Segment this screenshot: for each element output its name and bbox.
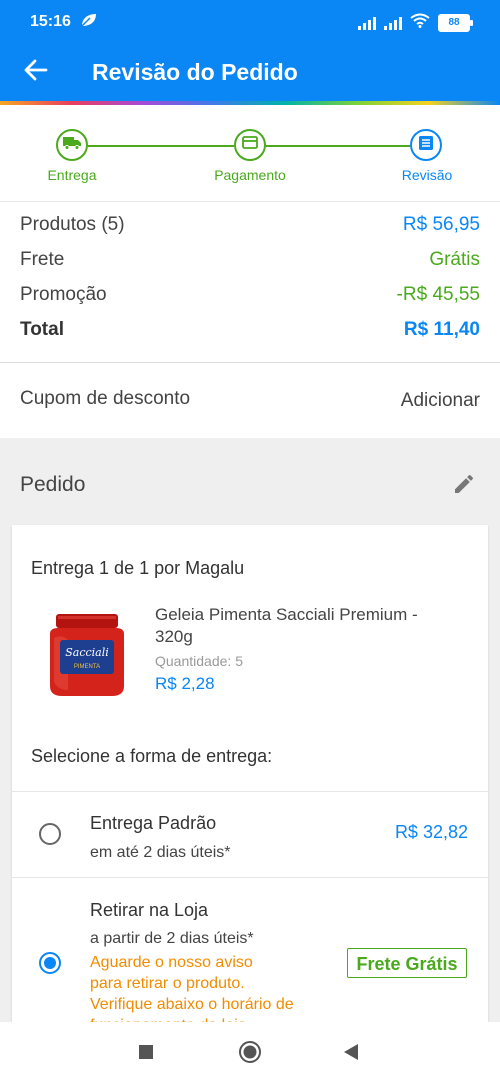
promo-label: Promoção bbox=[20, 284, 107, 305]
status-bar: 15:16 88 bbox=[0, 0, 500, 44]
shipping-value: Grátis bbox=[429, 249, 480, 270]
products-label: Produtos (5) bbox=[20, 214, 125, 235]
option-standard-title: Entrega Padrão bbox=[90, 813, 217, 833]
delivery-title: Entrega 1 de 1 por Magalu bbox=[31, 558, 245, 578]
wifi-icon bbox=[410, 13, 430, 33]
signal-icon bbox=[358, 16, 376, 30]
radio-standard[interactable] bbox=[39, 823, 61, 845]
card-icon bbox=[242, 136, 258, 154]
shipping-option-pickup[interactable]: Retirar na Loja a partir de 2 dias úteis… bbox=[12, 877, 488, 1025]
coupon-row[interactable]: Cupom de desconto Adicionar bbox=[0, 364, 500, 438]
back-arrow-icon[interactable] bbox=[22, 56, 50, 84]
product-name: Geleia Pimenta Sacciali Premium - 320g bbox=[155, 605, 418, 646]
signal-icon-2 bbox=[384, 16, 402, 30]
option-pickup-title: Retirar na Loja bbox=[90, 900, 209, 920]
app-bar: 15:16 88 Revisão do Pedido bbox=[0, 0, 500, 104]
product-price: R$ 2,28 bbox=[155, 674, 215, 693]
shipping-option-standard[interactable]: Entrega Padrão em até 2 dias úteis* R$ 3… bbox=[12, 791, 488, 878]
recents-icon[interactable] bbox=[138, 1044, 154, 1065]
list-icon bbox=[418, 135, 434, 156]
back-nav-icon[interactable] bbox=[343, 1043, 359, 1066]
total-label: Total bbox=[20, 319, 64, 340]
radio-pickup[interactable] bbox=[39, 952, 61, 974]
add-coupon-link[interactable]: Adicionar bbox=[401, 390, 480, 412]
step-entrega bbox=[56, 129, 88, 161]
checkout-stepper: Entrega Pagamento Revisão bbox=[0, 105, 500, 202]
promo-value: -R$ 45,55 bbox=[396, 284, 480, 305]
option-pickup-warning-3: Verifique abaixo o horário de bbox=[90, 996, 294, 1013]
edit-icon[interactable] bbox=[452, 472, 476, 496]
step-label-entrega: Entrega bbox=[47, 167, 97, 183]
notification-icon bbox=[80, 12, 98, 33]
product-image: Sacciali PIMENTA bbox=[42, 610, 132, 700]
status-icons: 88 bbox=[358, 13, 473, 33]
option-standard-subtitle: em até 2 dias úteis* bbox=[90, 844, 231, 861]
step-revisao bbox=[410, 129, 442, 161]
page-title: Revisão do Pedido bbox=[92, 59, 298, 85]
shipping-label: Frete bbox=[20, 249, 65, 270]
home-icon[interactable] bbox=[238, 1040, 262, 1069]
delivery-card: Entrega 1 de 1 por Magalu Sacciali PIMEN… bbox=[12, 525, 488, 1025]
coupon-label: Cupom de desconto bbox=[20, 388, 191, 409]
product-quantity: Quantidade: 5 bbox=[155, 653, 243, 669]
order-title: Pedido bbox=[20, 473, 86, 496]
free-shipping-badge: Frete Grátis bbox=[347, 948, 467, 978]
quantity-value: 5 bbox=[235, 653, 243, 669]
battery-icon: 88 bbox=[438, 14, 473, 32]
summary-promo-row: Promoção -R$ 45,55 bbox=[20, 284, 480, 306]
option-pickup-subtitle: a partir de 2 dias úteis* bbox=[90, 930, 254, 947]
option-pickup-warning-1: Aguarde o nosso aviso bbox=[90, 954, 253, 971]
products-value: R$ 56,95 bbox=[402, 214, 480, 235]
order-summary: Produtos (5) R$ 56,95 Frete Grátis Promo… bbox=[0, 202, 500, 362]
system-nav-bar bbox=[0, 1022, 500, 1082]
step-connector-2 bbox=[266, 145, 410, 147]
step-pagamento bbox=[234, 129, 266, 161]
svg-text:PIMENTA: PIMENTA bbox=[74, 664, 100, 670]
summary-products-row: Produtos (5) R$ 56,95 bbox=[20, 214, 480, 236]
shipping-select-title: Selecione a forma de entrega: bbox=[31, 746, 273, 766]
option-pickup-warning-2: para retirar o produto. bbox=[90, 975, 245, 992]
svg-text:Sacciali: Sacciali bbox=[65, 646, 109, 659]
summary-total-row: Total R$ 11,40 bbox=[20, 319, 480, 341]
summary-shipping-row: Frete Grátis bbox=[20, 249, 480, 271]
truck-icon bbox=[63, 136, 81, 155]
option-standard-price: R$ 32,82 bbox=[394, 822, 468, 842]
step-label-pagamento: Pagamento bbox=[214, 167, 286, 183]
status-time: 15:16 bbox=[30, 13, 71, 30]
total-value: R$ 11,40 bbox=[403, 319, 480, 340]
divider bbox=[0, 362, 500, 363]
step-connector-1 bbox=[88, 145, 234, 147]
step-label-revisao: Revisão bbox=[401, 167, 453, 183]
quantity-label: Quantidade: bbox=[155, 653, 232, 669]
